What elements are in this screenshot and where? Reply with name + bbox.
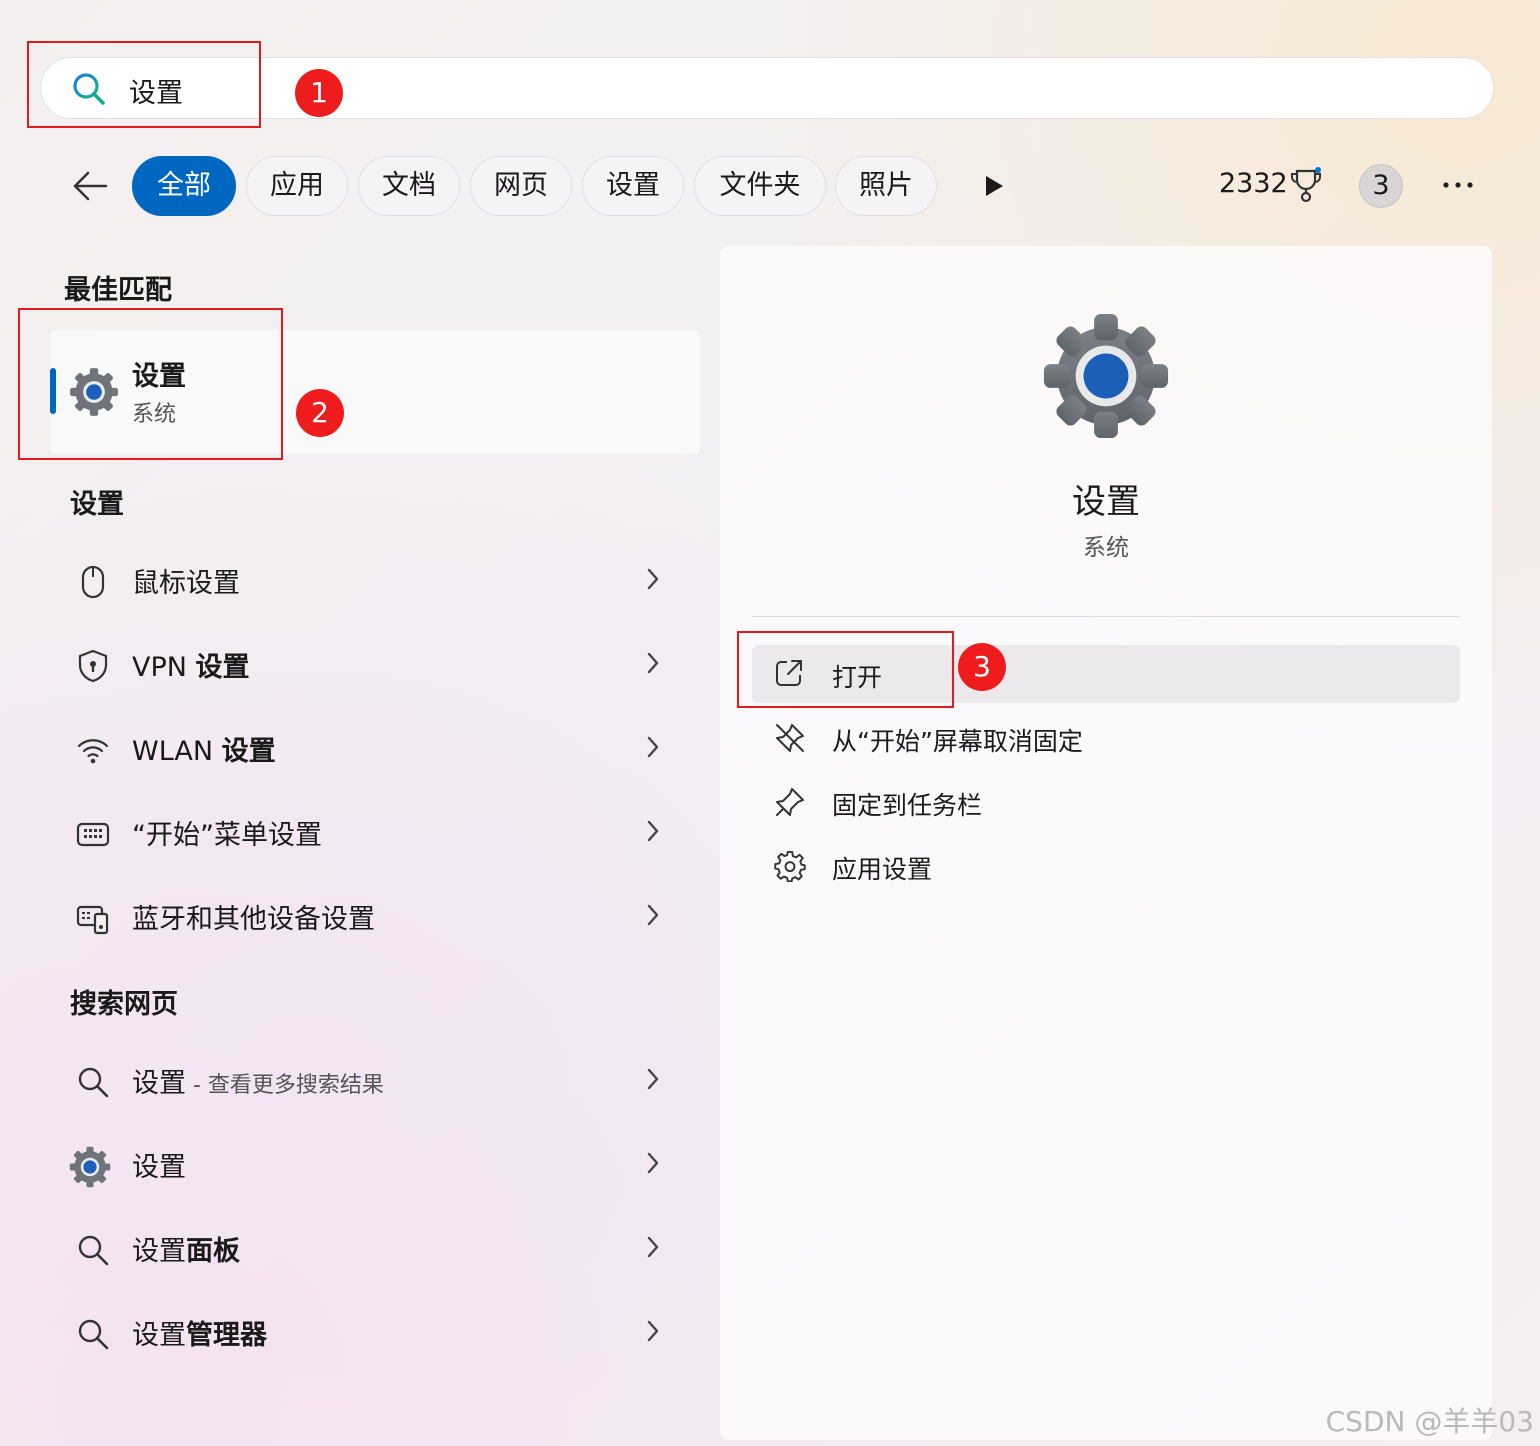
- chevron-right-icon: [647, 1320, 659, 1342]
- pin-label: 固定到任务栏: [832, 791, 983, 820]
- annotation-badge-1: 1: [295, 69, 343, 117]
- tab-settings[interactable]: 设置: [582, 156, 684, 216]
- settings-section-heading: 设置: [70, 489, 124, 520]
- tab-photos[interactable]: 照片: [835, 156, 937, 216]
- annotation-box-3: [737, 631, 954, 708]
- settings-app-large-gear-icon: [1043, 313, 1169, 439]
- shield-icon: [78, 649, 108, 683]
- app-settings-button[interactable]: 应用设置: [752, 837, 1460, 895]
- tab-folders[interactable]: 文件夹: [694, 156, 826, 216]
- search-icon: [78, 1235, 109, 1266]
- chevron-right-icon: [647, 736, 659, 758]
- web-search-heading: 搜索网页: [70, 989, 178, 1020]
- annotation-badge-2: 2: [296, 389, 344, 437]
- result-label: 设置面板: [132, 1229, 240, 1268]
- result-wlan-settings[interactable]: WLAN 设置: [60, 711, 680, 787]
- result-label: “开始”菜单设置: [132, 820, 322, 851]
- result-label-bold: 面板: [186, 1236, 240, 1267]
- search-icon: [78, 1319, 109, 1350]
- chevron-right-icon: [647, 1068, 659, 1090]
- chevron-right-icon: [647, 904, 659, 926]
- result-label-suffix: - 查看更多搜索结果: [186, 1073, 384, 1098]
- result-label: WLAN 设置: [132, 729, 276, 768]
- result-label: 设置: [132, 1152, 186, 1183]
- rewards-points: 2332: [1219, 168, 1288, 199]
- annotation-box-1: [27, 41, 261, 128]
- pin-icon: [776, 788, 804, 816]
- result-label: 鼠标设置: [132, 568, 240, 599]
- unpin-label: 从“开始”屏幕取消固定: [832, 727, 1083, 756]
- tab-apps[interactable]: 应用: [246, 156, 348, 216]
- result-label-plain: 设置: [132, 1320, 186, 1351]
- mouse-icon: [81, 565, 105, 599]
- back-arrow-icon[interactable]: [70, 170, 110, 202]
- best-match-heading: 最佳匹配: [64, 275, 172, 306]
- tab-documents[interactable]: 文档: [358, 156, 460, 216]
- result-label-main: 设置: [132, 1068, 186, 1099]
- more-options-icon[interactable]: [1442, 180, 1474, 190]
- detail-subtitle: 系统: [1083, 535, 1129, 561]
- chevron-right-icon: [647, 1152, 659, 1174]
- annotation-box-2: [18, 308, 283, 460]
- result-vpn-settings[interactable]: VPN 设置: [60, 627, 680, 703]
- unpin-from-start-button[interactable]: 从“开始”屏幕取消固定: [752, 709, 1460, 767]
- web-result-settings-more[interactable]: 设置 - 查看更多搜索结果: [60, 1043, 680, 1119]
- web-result-settings-manager[interactable]: 设置管理器: [60, 1295, 680, 1371]
- chevron-right-icon: [647, 568, 659, 590]
- chevron-right-icon: [647, 820, 659, 842]
- chevron-right-icon: [647, 1236, 659, 1258]
- settings-gear-icon: [69, 1146, 111, 1188]
- tab-web[interactable]: 网页: [470, 156, 572, 216]
- more-filters-play-icon[interactable]: [982, 174, 1006, 198]
- detail-title: 设置: [1072, 482, 1140, 522]
- result-bluetooth-devices-settings[interactable]: 蓝牙和其他设备设置: [60, 879, 680, 955]
- result-label-plain: VPN: [132, 652, 196, 683]
- detail-divider: [752, 616, 1460, 617]
- result-label-bold: 设置: [195, 652, 250, 683]
- web-result-settings-app[interactable]: 设置: [60, 1127, 680, 1203]
- result-label-bold: 设置: [221, 736, 276, 767]
- chevron-right-icon: [647, 652, 659, 674]
- result-label-plain: 设置: [132, 1236, 186, 1267]
- web-result-settings-panel[interactable]: 设置面板: [60, 1211, 680, 1287]
- app-settings-label: 应用设置: [832, 855, 933, 884]
- start-menu-icon: [76, 822, 110, 847]
- search-icon: [78, 1067, 109, 1098]
- result-label: 设置 - 查看更多搜索结果: [132, 1061, 384, 1100]
- pin-to-taskbar-button[interactable]: 固定到任务栏: [752, 773, 1460, 831]
- trophy-icon[interactable]: [1290, 167, 1324, 203]
- result-label: 设置管理器: [132, 1313, 267, 1352]
- watermark: CSDN @羊羊03: [1325, 1405, 1534, 1438]
- result-start-menu-settings[interactable]: “开始”菜单设置: [60, 795, 680, 871]
- unpin-icon: [776, 724, 804, 752]
- result-label-bold: 管理器: [186, 1320, 267, 1351]
- result-label-plain: WLAN: [132, 736, 222, 767]
- result-label: 蓝牙和其他设备设置: [132, 904, 375, 935]
- result-label: VPN 设置: [132, 645, 250, 684]
- notification-count-badge[interactable]: 3: [1359, 164, 1403, 208]
- gear-icon: [774, 850, 806, 882]
- tab-all[interactable]: 全部: [132, 156, 236, 216]
- annotation-badge-3: 3: [958, 643, 1006, 691]
- devices-icon: [76, 905, 109, 935]
- wifi-icon: [77, 739, 109, 764]
- result-mouse-settings[interactable]: 鼠标设置: [60, 543, 680, 619]
